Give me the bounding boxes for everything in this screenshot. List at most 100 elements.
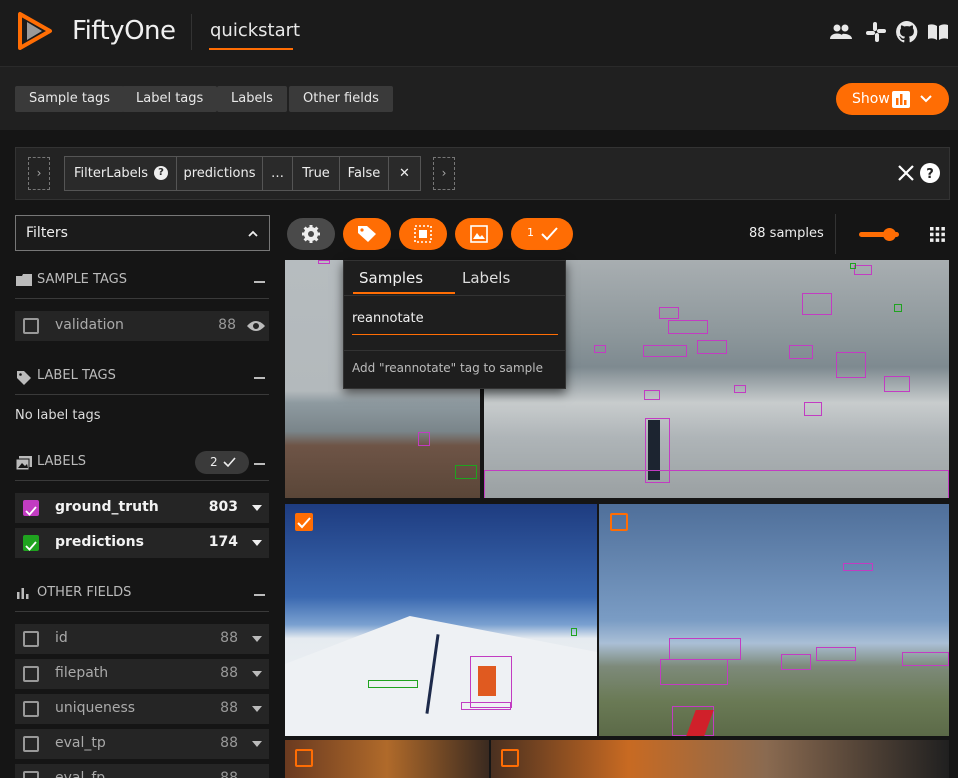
bar-chart-icon	[892, 91, 910, 108]
remove-stage-button[interactable]: ✕	[389, 157, 420, 190]
field-row-filepath[interactable]: filepath 88	[15, 659, 269, 689]
bbox	[854, 265, 872, 275]
field-count: 88	[220, 700, 238, 716]
field-row-uniqueness[interactable]: uniqueness 88	[15, 694, 269, 724]
caret-down-icon[interactable]	[252, 505, 262, 511]
collapse-other-fields[interactable]	[254, 594, 265, 596]
bbox	[884, 376, 910, 392]
eye-icon[interactable]	[246, 319, 266, 333]
patches-button[interactable]	[399, 218, 447, 250]
field-name: uniqueness	[55, 700, 136, 716]
checkbox-checked[interactable]	[23, 500, 39, 516]
field-name: id	[55, 630, 68, 646]
sample-tile[interactable]	[491, 740, 949, 778]
field-row-eval-fp[interactable]: eval_fp 88	[15, 764, 269, 778]
dataset-selector[interactable]: quickstart	[210, 20, 300, 41]
bbox	[843, 563, 873, 571]
team-icon[interactable]	[829, 20, 853, 44]
selected-samples-button[interactable]: 1	[511, 218, 573, 250]
prediction-box	[850, 263, 856, 269]
field-name: eval_tp	[55, 735, 106, 751]
field-row-id[interactable]: id 88	[15, 624, 269, 654]
checkbox[interactable]	[23, 631, 39, 647]
sample-tile-selected[interactable]	[285, 504, 597, 736]
bbox	[668, 320, 708, 334]
tag-input[interactable]: reannotate	[352, 311, 424, 326]
checkbox[interactable]	[23, 666, 39, 682]
checkbox-checked[interactable]	[23, 535, 39, 551]
tag-button[interactable]	[343, 218, 391, 250]
stage-option-false[interactable]: False	[340, 157, 389, 190]
stage-option-true[interactable]: True	[293, 157, 340, 190]
label-row-predictions[interactable]: predictions 174	[15, 528, 269, 558]
sample-tile[interactable]	[285, 740, 489, 778]
checkbox[interactable]	[23, 736, 39, 752]
caret-down-icon[interactable]	[252, 706, 262, 712]
collapse-labels[interactable]	[254, 463, 265, 465]
caret-down-icon[interactable]	[252, 671, 262, 677]
stage-more[interactable]: …	[263, 157, 293, 190]
sample-tags-button[interactable]: Sample tags	[15, 86, 124, 112]
tag-name: validation	[55, 317, 124, 333]
svg-text:?: ?	[926, 167, 934, 182]
select-checkbox[interactable]	[610, 513, 628, 531]
tab-samples[interactable]: Samples	[359, 269, 423, 287]
caret-down-icon[interactable]	[252, 741, 262, 747]
label-tags-empty: No label tags	[15, 408, 101, 423]
snow-slope	[285, 616, 597, 736]
samples-count: 88 samples	[749, 226, 824, 241]
label-name: predictions	[55, 534, 144, 550]
other-fields-button[interactable]: Other fields	[289, 86, 393, 112]
fiftyone-logo[interactable]	[14, 10, 56, 52]
dataset-underline	[209, 48, 293, 50]
checkbox[interactable]	[23, 771, 39, 778]
check-icon	[297, 517, 311, 529]
bbox	[902, 652, 949, 666]
add-stage-before[interactable]: ›	[28, 157, 50, 190]
tab-divider	[344, 295, 565, 296]
stage-field[interactable]: predictions	[177, 157, 263, 190]
caret-down-icon[interactable]	[252, 540, 262, 546]
collapse-sample-tags[interactable]	[254, 281, 265, 283]
label-tags-button[interactable]: Label tags	[122, 86, 218, 112]
add-tag-suggestion[interactable]: Add "reannotate" tag to sample	[352, 361, 543, 375]
select-checkbox[interactable]	[501, 749, 519, 767]
tab-labels[interactable]: Labels	[462, 269, 510, 287]
options-button[interactable]	[287, 218, 335, 250]
stage-name-cell[interactable]: FilterLabels?	[65, 157, 177, 190]
github-icon[interactable]	[895, 20, 919, 44]
sample-tags-title: SAMPLE TAGS	[37, 272, 127, 287]
app-name[interactable]: FiftyOne	[72, 16, 176, 46]
similarity-button[interactable]	[455, 218, 503, 250]
active-tab-indicator	[353, 292, 455, 294]
sample-tag-row-validation[interactable]: validation 88	[15, 311, 269, 341]
docs-icon[interactable]	[926, 20, 950, 44]
label-row-ground-truth[interactable]: ground_truth 803	[15, 493, 269, 523]
caret-down-icon[interactable]	[252, 636, 262, 642]
input-underline	[352, 334, 558, 335]
labels-selected-badge[interactable]: 2	[195, 451, 249, 474]
labels-button[interactable]: Labels	[217, 86, 287, 112]
checkbox[interactable]	[23, 701, 39, 717]
popover-divider	[344, 350, 565, 351]
zoom-slider-thumb[interactable]	[883, 228, 896, 241]
help-icon[interactable]: ?	[154, 166, 168, 180]
collapse-label-tags[interactable]	[254, 377, 265, 379]
field-row-eval-tp[interactable]: eval_tp 88	[15, 729, 269, 759]
checkbox[interactable]	[23, 318, 39, 334]
bar-chart-icon	[17, 588, 29, 599]
help-circle-icon[interactable]: ?	[920, 163, 940, 183]
bbox	[836, 352, 866, 378]
add-stage-after[interactable]: ›	[433, 157, 455, 190]
filters-label: Filters	[26, 225, 68, 241]
bbox	[659, 307, 679, 319]
label-tags-title: LABEL TAGS	[37, 368, 116, 383]
slack-icon[interactable]	[864, 20, 888, 44]
selected-checkbox[interactable]	[295, 513, 313, 531]
clear-view-icon[interactable]	[897, 164, 915, 182]
select-checkbox[interactable]	[295, 749, 313, 767]
sample-tile[interactable]	[599, 504, 949, 736]
filters-dropdown[interactable]: Filters	[15, 215, 270, 251]
grid-view-icon[interactable]	[930, 227, 945, 242]
crop-icon	[414, 225, 432, 243]
